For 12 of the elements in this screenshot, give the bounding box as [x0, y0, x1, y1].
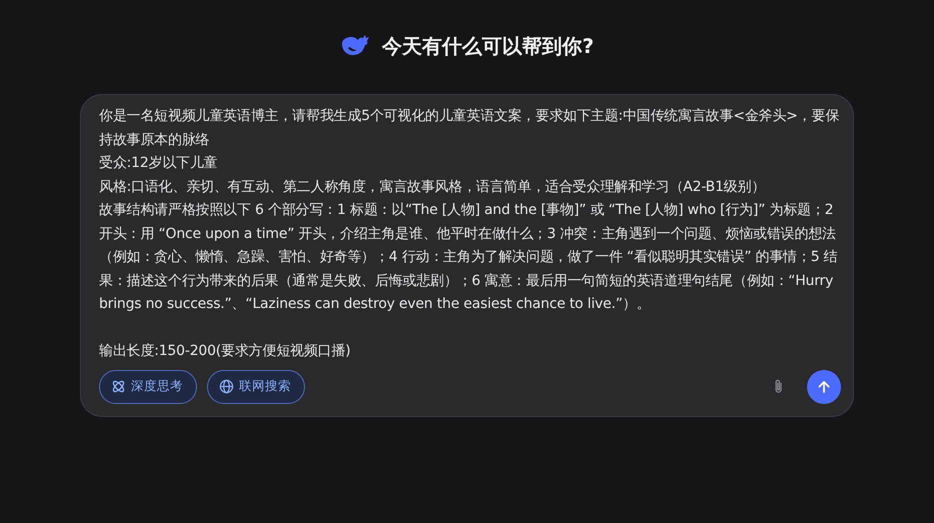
greeting-title: 今天有什么可以帮到你?: [382, 32, 594, 60]
send-button[interactable]: [807, 370, 841, 404]
deep-think-toggle[interactable]: 深度思考: [99, 370, 197, 404]
prompt-text: 输出长度:150-200(要求方便短视频口播): [99, 342, 352, 361]
globe-icon: [219, 379, 234, 394]
prompt-text: 受众:12岁以下儿童: [99, 154, 219, 173]
web-search-toggle[interactable]: 联网搜索: [207, 370, 305, 404]
arrow-up-icon: [816, 378, 832, 394]
atom-icon: [111, 379, 126, 394]
prompt-text: 故事结构请严格按照以下 6 个部分写：1 标题：以“The [人物] and the [事物]” 或 “The [人物] who [行为]” 为标题；2 开头：用 “Once upon a time” 开头，介绍主角是谁、他平时在做什么；3 冲突：主角遇到一个问题、烦恼或错误的想法（例如：贪心、懒惰、急躁、害怕、好奇等）；4 行动：主角为了解决问题，做了一件 “看似聪明其实错误” 的事情；5 结果：描述这个行为带来的后果（通常是失败、后悔或悲剧）；6 寓意：最后用一句简短的英语道理句结尾（例如：“Hurry brings no success.”、“Laziness can destroy even the easiest chance to live.”）。: [99, 201, 839, 314]
prompt-text: 你是一名短视频儿童英语博主，请帮我生成5个可视化的儿童英语文案，要求如下主题:中国传统寓言故事<金斧头>，要保持故事原本的脉络: [99, 107, 840, 150]
prompt-text: 风格:口语化、亲切、有互动、第二人称角度，寓言故事风格，语言简单，适合受众理解和学习（A2-B1级别）: [99, 178, 766, 196]
